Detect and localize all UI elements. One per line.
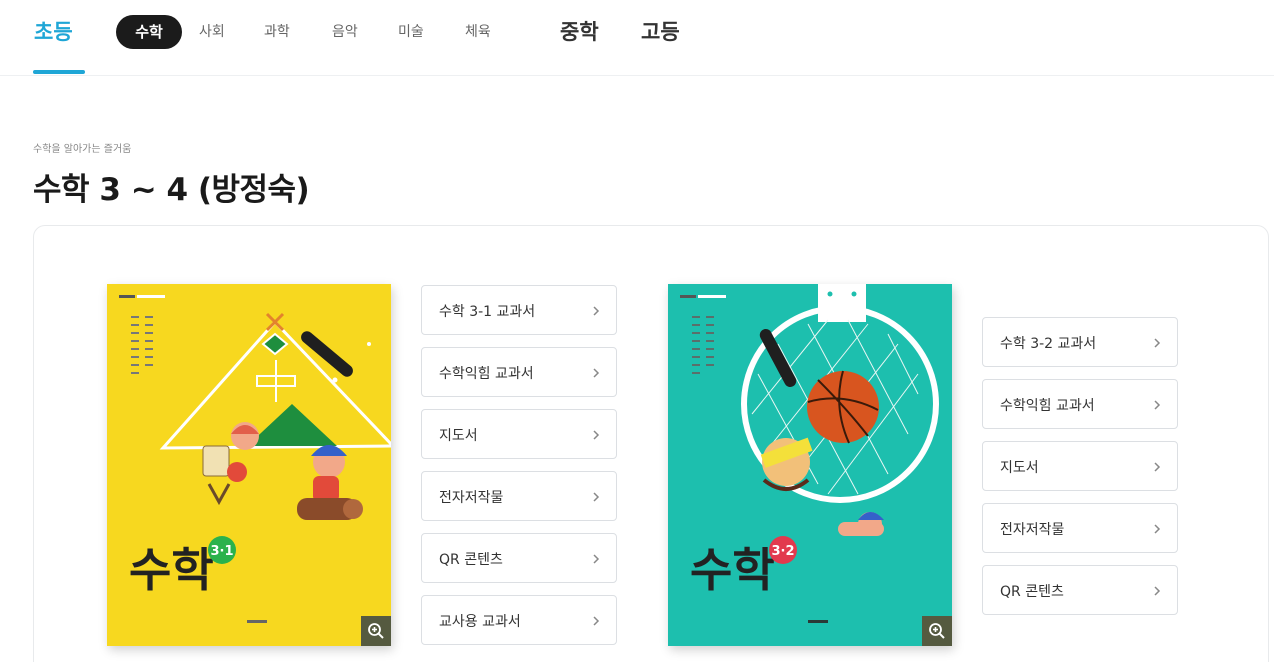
textbook-card: 수학 3·1 수학 3-1 교과서 수학익힘 교과서 지도서 전자저작물 QR … [33,225,1269,662]
menu-textbook-3-1[interactable]: 수학 3-1 교과서 [421,285,617,335]
chevron-right-icon [1154,338,1161,348]
nav-subject-art[interactable]: 미술 [398,18,424,46]
menu-label: 수학익힘 교과서 [1000,398,1095,414]
cover-badge-3-2: 3·2 [771,544,794,559]
menu-workbook-3-2[interactable]: 수학익힘 교과서 [982,379,1178,429]
zoom-in-icon [929,623,945,639]
chevron-right-icon [1154,586,1161,596]
menu-qr-content-3-2[interactable]: QR 콘텐츠 [982,565,1178,615]
cover-badge-3-1: 3·1 [210,544,233,559]
chevron-right-icon [593,616,600,626]
menu-qr-content-3-1[interactable]: QR 콘텐츠 [421,533,617,583]
menu-teacher-guide-3-2[interactable]: 지도서 [982,441,1178,491]
menu-digital-works-3-2[interactable]: 전자저작물 [982,503,1178,553]
menu-textbook-3-2[interactable]: 수학 3-2 교과서 [982,317,1178,367]
nav-level-high[interactable]: 고등 [641,16,680,48]
menu-label: 전자저작물 [1000,522,1065,538]
menu-label: 수학익힘 교과서 [439,366,534,382]
chevron-right-icon [1154,524,1161,534]
menu-label: 수학 3-2 교과서 [1000,336,1097,352]
nav-subject-science[interactable]: 과학 [264,18,290,46]
zoom-button-3-2[interactable] [922,616,952,646]
chevron-right-icon [593,368,600,378]
nav-subject-music[interactable]: 음악 [332,18,358,46]
nav-subject-math[interactable]: 수학 [116,15,182,49]
chevron-right-icon [593,306,600,316]
menu-label: 수학 3-1 교과서 [439,304,536,320]
book-cover-3-2[interactable]: 수학 3·2 [668,284,952,646]
menu-digital-works-3-1[interactable]: 전자저작물 [421,471,617,521]
book-cover-art-3-1: 수학 3·1 [107,284,391,646]
menu-teacher-textbook-3-1[interactable]: 교사용 교과서 [421,595,617,645]
chevron-right-icon [1154,400,1161,410]
chevron-right-icon [593,492,600,502]
cover-title-3-2: 수학 [690,543,775,597]
menu-label: 전자저작물 [439,490,504,506]
page-title: 수학 3 ~ 4 (방정숙) [33,172,310,208]
nav-level-elementary[interactable]: 초등 [34,16,73,48]
cover-title-3-1: 수학 [129,543,214,597]
nav-subject-pe[interactable]: 체육 [465,18,491,46]
book-cover-3-1[interactable]: 수학 3·1 [107,284,391,646]
menu-label: QR 콘텐츠 [439,552,503,568]
zoom-button-3-1[interactable] [361,616,391,646]
zoom-in-icon [368,623,384,639]
menu-label: 지도서 [1000,460,1039,476]
chevron-right-icon [593,430,600,440]
book-cover-art-3-2: 수학 3·2 [668,284,952,646]
page-subtitle: 수학을 알아가는 즐거움 [33,144,132,155]
menu-teacher-guide-3-1[interactable]: 지도서 [421,409,617,459]
top-navigation: 초등 수학 사회 과학 음악 미술 체육 중학 고등 [0,0,1274,76]
nav-subject-social[interactable]: 사회 [199,18,225,46]
chevron-right-icon [1154,462,1161,472]
menu-label: QR 콘텐츠 [1000,584,1064,600]
chevron-right-icon [593,554,600,564]
active-tab-underline [33,70,85,74]
menu-label: 교사용 교과서 [439,614,521,630]
menu-workbook-3-1[interactable]: 수학익힘 교과서 [421,347,617,397]
nav-level-middle[interactable]: 중학 [560,16,599,48]
menu-label: 지도서 [439,428,478,444]
